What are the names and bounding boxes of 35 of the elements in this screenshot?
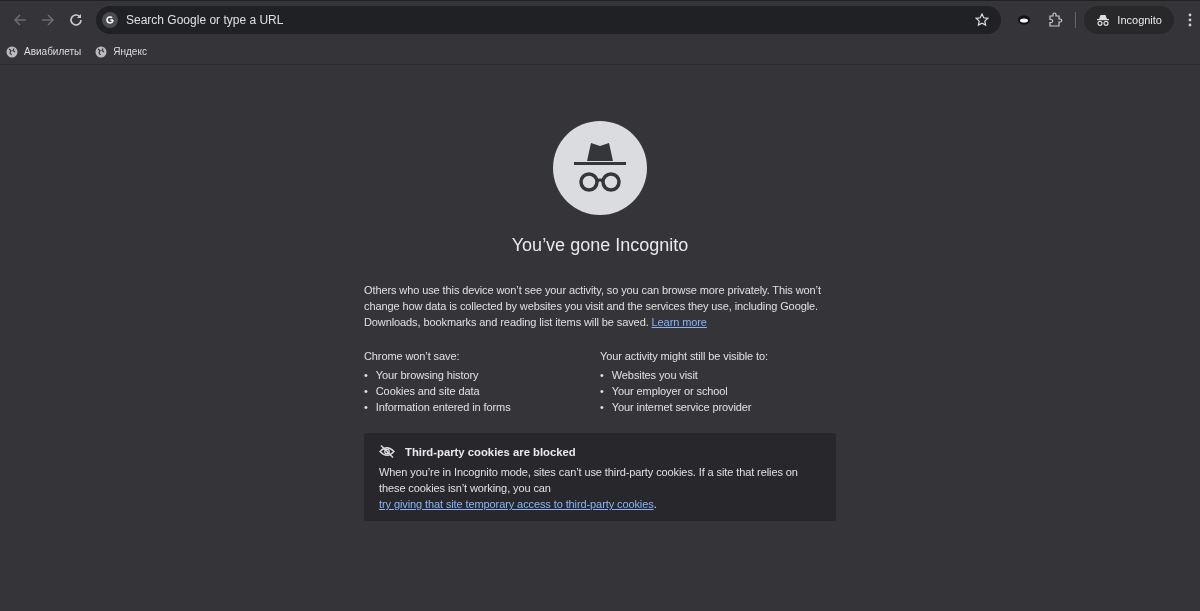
- page-title: You’ve gone Incognito: [510, 235, 690, 256]
- google-icon: [102, 12, 118, 28]
- list-heading: Chrome won’t save:: [364, 349, 461, 364]
- address-field[interactable]: Search Google or type a URL: [96, 6, 1002, 34]
- list-item: Websites you visit: [611, 368, 698, 383]
- profile-button[interactable]: Incognito: [1084, 6, 1174, 34]
- globe-icon: [95, 45, 108, 58]
- bullet: •: [364, 384, 368, 399]
- list-item: Information entered in forms: [375, 400, 511, 415]
- intro-paragraph: Others who use this device won’t see your activity, so you can browse more privately. This won’t change how data is collected by websites you visit and the services they use, including Google. Downloads, bookmarks and reading list items will be saved. Learn more: [364, 283, 822, 330]
- list-item: Your browsing history: [375, 368, 479, 383]
- bullet: •: [600, 400, 604, 415]
- learn-more-link[interactable]: Learn more: [651, 316, 707, 328]
- star-icon[interactable]: [975, 13, 990, 27]
- eye-slash-icon: [379, 445, 395, 458]
- bullet: •: [600, 368, 604, 383]
- bullet: •: [364, 400, 368, 415]
- bullet: •: [600, 384, 604, 399]
- bookmark-item[interactable]: Яндекс: [95, 45, 147, 58]
- reload-icon[interactable]: [69, 13, 83, 27]
- incognito-icon: [1096, 14, 1111, 26]
- incognito-icon: [553, 121, 647, 215]
- bullet: •: [364, 368, 368, 383]
- list-item: Your internet service provider: [611, 400, 752, 415]
- list-item: Cookies and site data: [375, 384, 480, 399]
- extension-icon[interactable]: [1017, 15, 1032, 25]
- card-title: Third-party cookies are blocked: [405, 445, 576, 458]
- globe-icon: [6, 45, 18, 58]
- menu-icon[interactable]: [1188, 13, 1192, 27]
- list-item: Your employer or school: [611, 384, 728, 399]
- bookmark-item[interactable]: Авиабилеты: [6, 45, 82, 58]
- puzzle-icon[interactable]: [1047, 12, 1064, 28]
- list-heading: Your activity might still be visible to:: [600, 349, 769, 364]
- temporary-access-link[interactable]: try giving that site temporary access to third-party cookies: [379, 498, 654, 510]
- card-text: When you’re in Incognito mode, sites can’t use third-party cookies. If a site that relies on these cookies isn’t working, you can try giving that site temporary access to third-party cookies.: [379, 465, 799, 512]
